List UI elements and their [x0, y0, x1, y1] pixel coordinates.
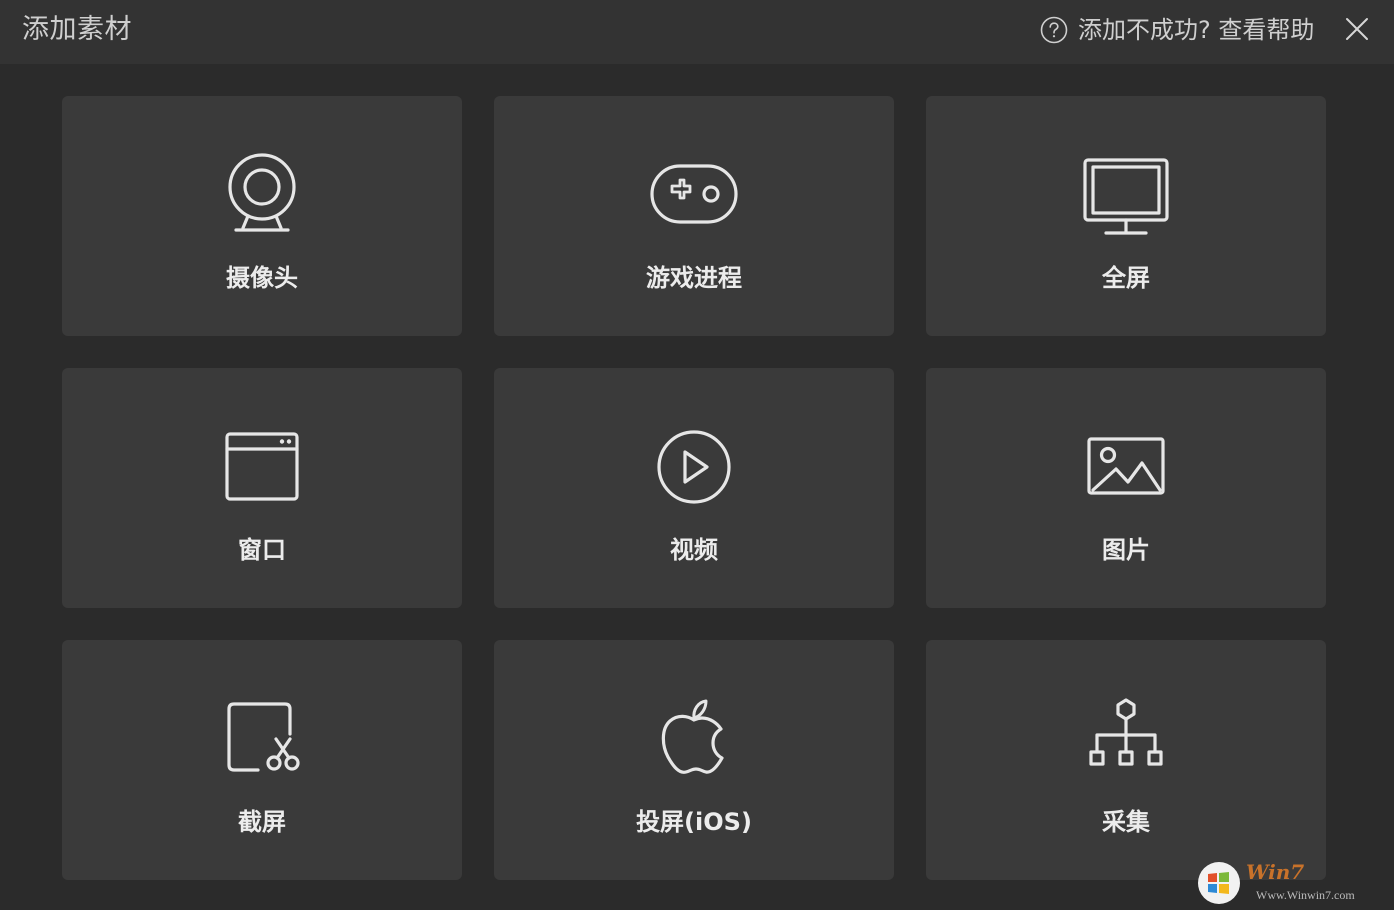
title-bar: 添加素材 添加不成功? 查看帮助: [0, 0, 1394, 64]
source-type-grid: 摄像头 游戏进程 全屏 窗口 视频 图片 截屏 投屏(iOS) 采集: [62, 96, 1326, 880]
tile-screenshot[interactable]: 截屏: [62, 640, 462, 880]
close-icon: [1346, 18, 1368, 40]
image-icon: [1087, 437, 1165, 495]
tile-label: 窗口: [238, 536, 286, 564]
windows-logo-icon: [1198, 862, 1240, 904]
tile-fullscreen[interactable]: 全屏: [926, 96, 1326, 336]
tile-window[interactable]: 窗口: [62, 368, 462, 608]
help-link[interactable]: 添加不成功? 查看帮助: [1040, 12, 1314, 48]
tile-cast-ios[interactable]: 投屏(iOS): [494, 640, 894, 880]
tile-video[interactable]: 视频: [494, 368, 894, 608]
watermark-url: Www.Winwin7.com: [1256, 888, 1355, 902]
tile-label: 采集: [1102, 808, 1150, 836]
tile-label: 截屏: [238, 808, 286, 836]
watermark-brand: Win7: [1246, 860, 1305, 884]
tile-label: 全屏: [1102, 264, 1150, 292]
tile-label: 视频: [670, 536, 718, 564]
tile-label: 游戏进程: [646, 264, 742, 292]
gamepad-icon: [650, 164, 738, 224]
tile-label: 摄像头: [226, 264, 298, 292]
help-link-text: 添加不成功? 查看帮助: [1078, 16, 1315, 44]
screenshot-scissors-icon: [227, 702, 300, 772]
dialog-title: 添加素材: [22, 14, 132, 45]
tile-label: 图片: [1102, 536, 1150, 564]
webcam-icon: [228, 153, 296, 232]
add-source-dialog: 添加素材 添加不成功? 查看帮助 摄像头 游戏进程 全屏 窗口 视频 图片 截屏…: [0, 0, 1394, 910]
tile-capture[interactable]: 采集: [926, 640, 1326, 880]
tile-webcam[interactable]: 摄像头: [62, 96, 462, 336]
apple-icon: [661, 699, 724, 774]
watermark: Win7 Www.Winwin7.com: [1196, 858, 1386, 906]
window-icon: [225, 432, 299, 501]
network-hierarchy-icon: [1089, 698, 1163, 766]
tile-label: 投屏(iOS): [636, 808, 752, 836]
monitor-icon: [1083, 158, 1169, 235]
question-circle-icon: [1040, 16, 1068, 44]
close-button[interactable]: [1338, 10, 1376, 48]
play-circle-icon: [657, 430, 731, 504]
tile-game-process[interactable]: 游戏进程: [494, 96, 894, 336]
tile-image[interactable]: 图片: [926, 368, 1326, 608]
